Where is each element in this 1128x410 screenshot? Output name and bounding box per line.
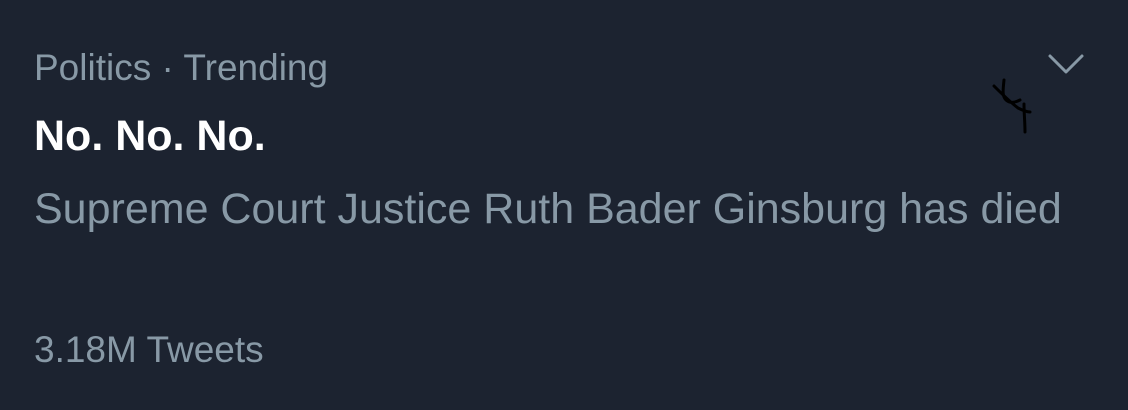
trend-card[interactable]: Politics · Trending No. No. No. Supreme … bbox=[0, 0, 1128, 410]
trend-headline: No. No. No. bbox=[34, 112, 266, 160]
trend-description: Supreme Court Justice Ruth Bader Ginsbur… bbox=[34, 185, 1062, 233]
chevron-down-icon bbox=[1048, 54, 1084, 74]
trend-context: Politics · Trending bbox=[34, 47, 329, 88]
more-options-button[interactable] bbox=[1040, 44, 1092, 84]
tweet-count: 3.18M Tweets bbox=[34, 329, 264, 370]
handwritten-scribble bbox=[992, 78, 1032, 134]
